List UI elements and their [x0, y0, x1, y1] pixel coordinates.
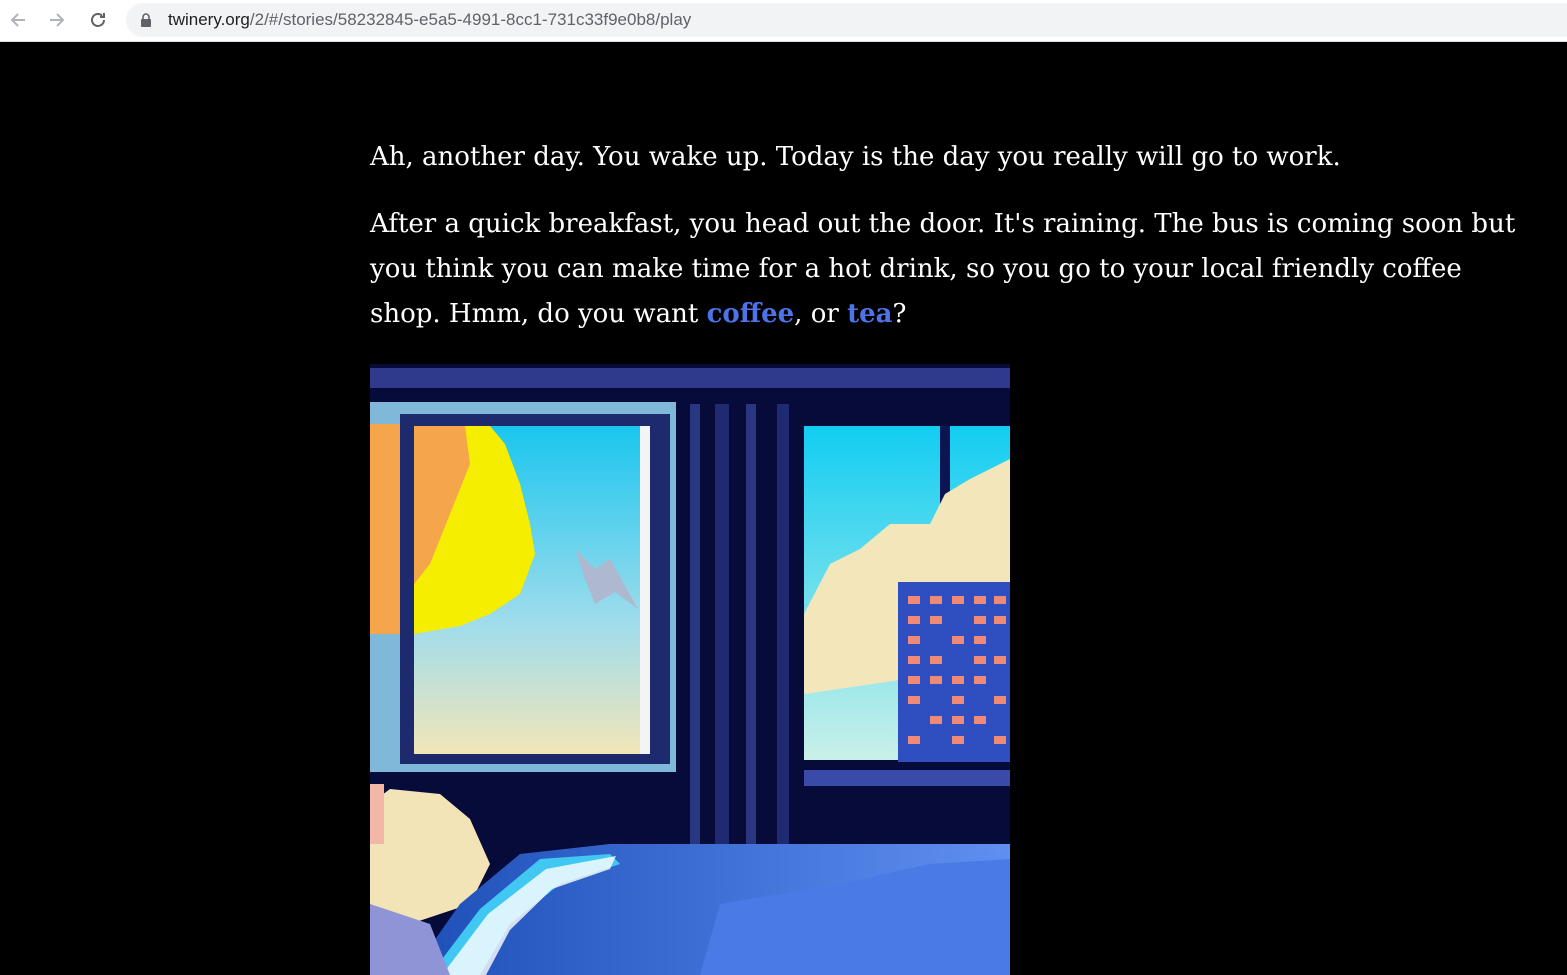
address-bar[interactable]: twinery.org/2/#/stories/58232845-e5a5-49… [126, 3, 1567, 37]
story-paragraph-2: After a quick breakfast, you head out th… [370, 202, 1520, 337]
story-passage: Ah, another day. You wake up. Today is t… [370, 135, 1520, 359]
lock-icon [141, 13, 151, 27]
reload-icon [91, 13, 105, 27]
forward-button[interactable] [43, 6, 71, 34]
reload-button[interactable] [84, 6, 112, 34]
coffee-link[interactable]: coffee [707, 299, 795, 329]
arrow-left-icon [10, 13, 25, 27]
bedroom-illustration [370, 364, 1010, 975]
url-text[interactable]: twinery.org/2/#/stories/58232845-e5a5-49… [168, 3, 691, 37]
back-button[interactable] [4, 6, 32, 34]
browser-toolbar: twinery.org/2/#/stories/58232845-e5a5-49… [0, 0, 1567, 42]
paragraph-2-text-start: After a quick breakfast, you head out th… [370, 209, 1516, 329]
arrow-right-icon [50, 13, 65, 27]
story-paragraph-1: Ah, another day. You wake up. Today is t… [370, 142, 1341, 172]
tea-link[interactable]: tea [847, 299, 892, 329]
paragraph-2-text-end: ? [892, 299, 907, 329]
paragraph-2-text-middle: , or [794, 299, 848, 329]
url-host: twinery.org [168, 10, 250, 29]
url-path: /2/#/stories/58232845-e5a5-4991-8cc1-731… [249, 10, 692, 29]
